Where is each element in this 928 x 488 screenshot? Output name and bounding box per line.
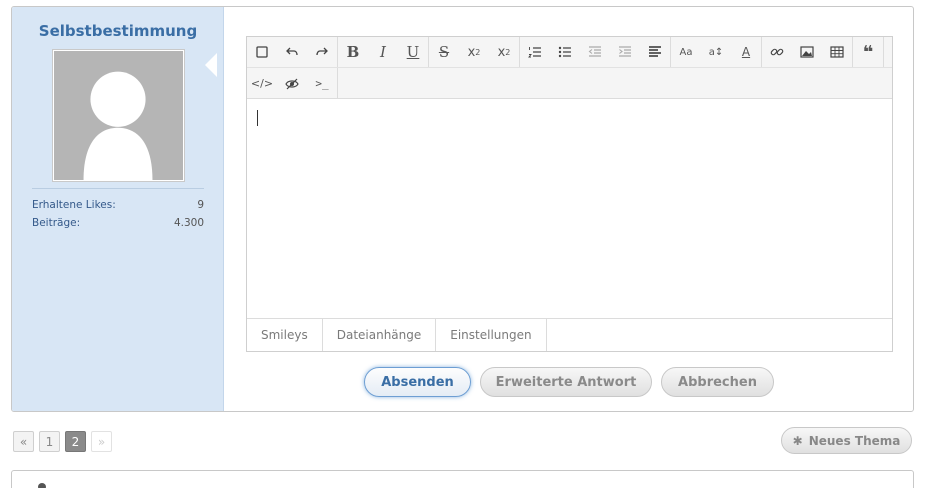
redo-icon[interactable]: [307, 37, 337, 67]
sidebar-pointer: [205, 53, 217, 77]
font-size-icon[interactable]: a↕: [701, 37, 731, 67]
prev-page-button[interactable]: «: [13, 431, 34, 452]
stat-likes: Erhaltene Likes: 9: [32, 196, 204, 214]
link-icon[interactable]: [762, 37, 792, 67]
font-family-icon[interactable]: Aa: [671, 37, 701, 67]
outdent-icon[interactable]: [580, 37, 610, 67]
underline-icon[interactable]: U: [398, 37, 428, 67]
avatar[interactable]: [52, 49, 185, 182]
quick-reply-container: Selbstbestimmung Erhaltene Likes: 9 Beit…: [11, 6, 914, 412]
subscript-icon[interactable]: x2: [459, 37, 489, 67]
undo-icon[interactable]: [277, 37, 307, 67]
tab-smileys[interactable]: Smileys: [247, 319, 323, 351]
wysiwyg-editor: B I U S x2 x2 Aa a↕ A ❝ </> >_ Smileys D…: [246, 36, 893, 352]
user-sidebar: Selbstbestimmung Erhaltene Likes: 9 Beit…: [12, 7, 224, 411]
editor-tabs: Smileys Dateianhänge Einstellungen: [247, 318, 892, 351]
image-icon[interactable]: [792, 37, 822, 67]
default-avatar-icon: [54, 51, 183, 180]
editor-content-area[interactable]: [247, 100, 892, 320]
italic-icon[interactable]: I: [368, 37, 398, 67]
code-icon[interactable]: </>: [247, 68, 277, 99]
page-2-button[interactable]: 2: [65, 431, 86, 452]
stat-posts: Beiträge: 4.300: [32, 214, 204, 232]
align-icon[interactable]: [640, 37, 670, 67]
stat-label[interactable]: Erhaltene Likes:: [32, 196, 116, 214]
new-topic-label: Neues Thema: [808, 433, 901, 448]
page-1-button[interactable]: 1: [39, 431, 60, 452]
next-page-button: »: [91, 431, 112, 452]
stat-label[interactable]: Beiträge:: [32, 214, 80, 232]
superscript-icon[interactable]: x2: [489, 37, 519, 67]
spoiler-icon[interactable]: [277, 68, 307, 99]
user-stats: Erhaltene Likes: 9 Beiträge: 4.300: [32, 188, 204, 232]
font-color-icon[interactable]: A: [731, 37, 761, 67]
text-cursor: [257, 110, 258, 126]
source-mode-icon[interactable]: [247, 37, 277, 67]
ordered-list-icon[interactable]: [520, 37, 550, 67]
editor-toolbar: B I U S x2 x2 Aa a↕ A ❝ </> >_: [247, 37, 892, 99]
terminal-icon[interactable]: >_: [307, 68, 337, 99]
cancel-button[interactable]: Abbrechen: [661, 367, 774, 397]
unordered-list-icon[interactable]: [550, 37, 580, 67]
new-topic-button[interactable]: ✱ Neues Thema: [781, 427, 912, 454]
advanced-reply-button[interactable]: Erweiterte Antwort: [480, 367, 652, 397]
submit-button[interactable]: Absenden: [364, 367, 471, 397]
quote-icon[interactable]: ❝: [853, 37, 883, 67]
bold-icon[interactable]: B: [338, 37, 368, 67]
tab-attachments[interactable]: Dateianhänge: [323, 319, 437, 351]
username-link[interactable]: Selbstbestimmung: [12, 22, 224, 40]
indent-icon[interactable]: [610, 37, 640, 67]
stat-value: 4.300: [173, 217, 204, 229]
asterisk-icon: ✱: [792, 433, 803, 448]
next-content-box: [11, 470, 914, 488]
tab-settings[interactable]: Einstellungen: [436, 319, 547, 351]
stat-value: 9: [197, 199, 204, 211]
pagination: « 1 2 »: [13, 431, 112, 452]
strikethrough-icon[interactable]: S: [429, 37, 459, 67]
table-icon[interactable]: [822, 37, 852, 67]
user-icon: [38, 483, 46, 488]
